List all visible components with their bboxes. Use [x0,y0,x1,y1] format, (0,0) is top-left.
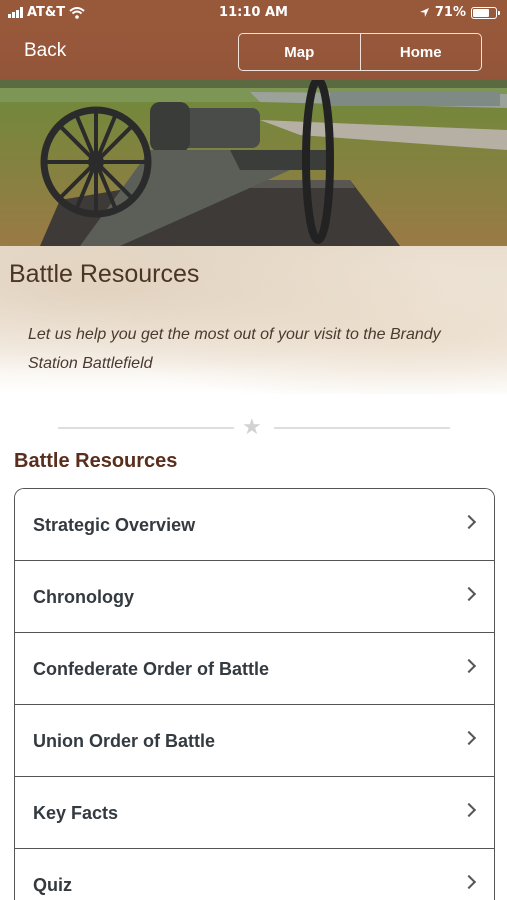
star-divider: ★ [58,414,450,440]
chevron-right-icon [461,586,477,602]
intro-text: Let us help you get the most out of your… [28,326,441,372]
list-item-strategic-overview[interactable]: Strategic Overview [15,489,494,561]
list-item-label: Union Order of Battle [33,731,216,751]
segmented-control: Map Home [238,33,482,71]
resource-list: Strategic Overview Chronology Confederat… [14,488,495,900]
star-icon: ★ [242,414,262,439]
list-item-label: Quiz [33,875,72,895]
list-item-quiz[interactable]: Quiz [15,849,494,900]
list-item-chronology[interactable]: Chronology [15,561,494,633]
page-title: Battle Resources [9,260,200,288]
status-bar: AT&T 11:10 AM 71% [0,0,507,26]
divider-line-right [274,427,450,429]
intro-panel: Battle Resources Let us help you get the… [0,246,507,394]
chevron-right-icon [461,658,477,674]
chevron-right-icon [461,514,477,530]
hero-image [0,80,507,246]
cannon-photo [0,80,507,246]
list-item-label: Key Facts [33,803,119,823]
navigation-bar: Back Map Home [0,26,507,80]
list-item-label: Strategic Overview [33,515,196,535]
list-item-label: Confederate Order of Battle [33,659,270,679]
list-item-label: Chronology [33,587,134,607]
list-item-key-facts[interactable]: Key Facts [15,777,494,849]
list-item-confederate-order-of-battle[interactable]: Confederate Order of Battle [15,633,494,705]
section-title: Battle Resources [14,450,178,472]
list-item-union-order-of-battle[interactable]: Union Order of Battle [15,705,494,777]
status-right: 71% [419,5,500,20]
map-button[interactable]: Map [239,34,360,70]
battery-icon [471,6,500,19]
home-button[interactable]: Home [359,34,482,70]
chevron-right-icon [461,874,477,890]
chevron-right-icon [461,802,477,818]
battery-percent: 71% [434,5,466,20]
divider-line-left [58,427,234,429]
chevron-right-icon [461,730,477,746]
location-arrow-icon [419,8,429,17]
back-button[interactable]: Back [24,40,66,62]
